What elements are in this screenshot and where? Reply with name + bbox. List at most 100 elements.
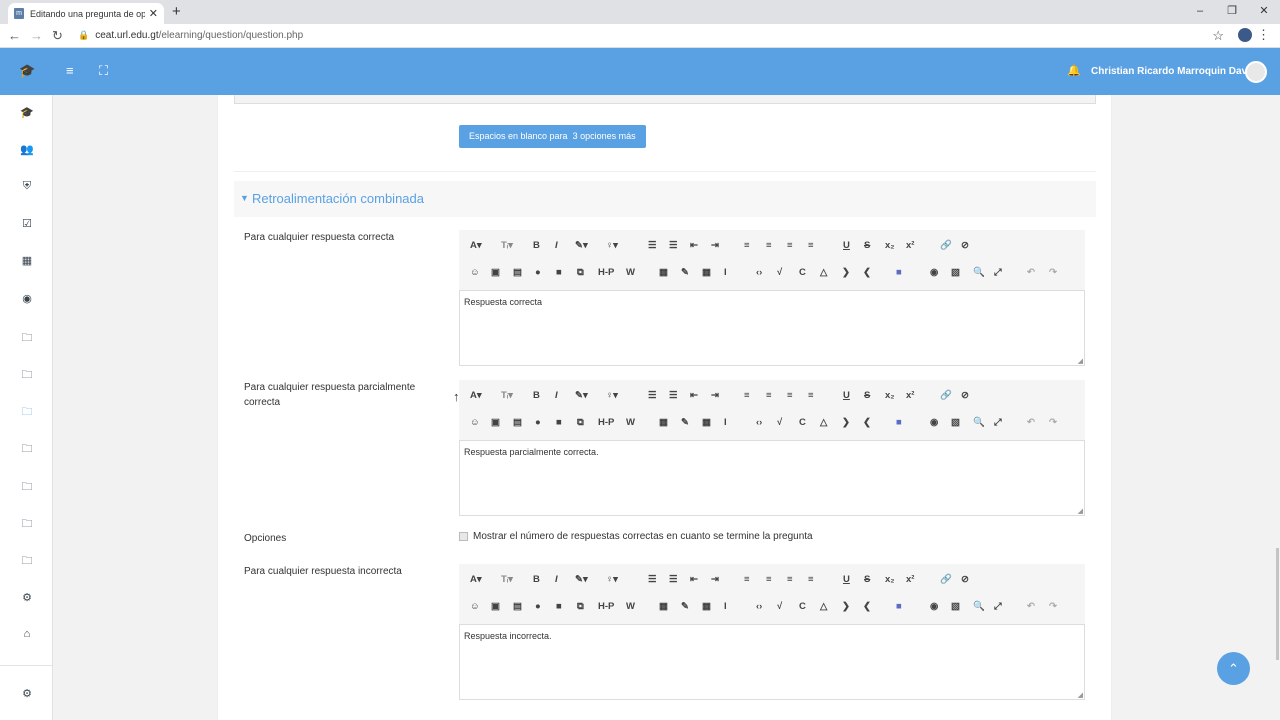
fullscreen-expand-icon[interactable]: ⤢ bbox=[994, 417, 1002, 429]
chevron-left-icon[interactable]: ❮ bbox=[863, 417, 871, 429]
redo-icon[interactable]: ↷ bbox=[1049, 267, 1057, 279]
folder-icon[interactable]: 🗀 bbox=[19, 329, 35, 348]
align-justify-icon[interactable]: ≡ bbox=[808, 240, 814, 252]
calculator-icon[interactable]: ▦ bbox=[659, 417, 668, 429]
outdent-icon[interactable]: ⇤ bbox=[690, 574, 698, 586]
accessibility-icon[interactable]: ◉ bbox=[930, 267, 938, 279]
profile-avatar[interactable] bbox=[1238, 28, 1252, 42]
chevron-left-icon[interactable]: ❮ bbox=[863, 267, 871, 279]
align-center-icon[interactable]: ≡ bbox=[766, 390, 772, 402]
grades-table-icon[interactable]: ▦ bbox=[19, 254, 35, 267]
chevron-right-icon[interactable]: ❯ bbox=[842, 267, 850, 279]
editor-content[interactable]: Respuesta correcta ◢ bbox=[459, 290, 1085, 366]
subscript-icon[interactable]: x₂ bbox=[885, 390, 895, 402]
bold-icon[interactable]: B bbox=[533, 574, 540, 586]
superscript-icon[interactable]: x² bbox=[906, 574, 914, 586]
emoji-icon[interactable]: ☺ bbox=[470, 601, 480, 613]
text-cursor-icon[interactable]: I bbox=[724, 267, 727, 279]
edit-icon[interactable]: ✎ bbox=[681, 417, 689, 429]
indent-icon[interactable]: ⇥ bbox=[711, 390, 719, 402]
image-icon[interactable]: ▣ bbox=[491, 417, 500, 429]
brush-icon[interactable]: ✎▾ bbox=[575, 574, 588, 586]
accessibility-icon[interactable]: ◉ bbox=[930, 417, 938, 429]
strikethrough-icon[interactable]: S bbox=[864, 390, 870, 402]
unlink-icon[interactable]: ⊘ bbox=[961, 574, 969, 586]
italic-icon[interactable]: I bbox=[555, 574, 558, 586]
teams-icon[interactable]: ■ bbox=[896, 267, 902, 279]
text-size-icon[interactable]: Tᵢ▾ bbox=[501, 390, 513, 402]
page-scrollbar[interactable] bbox=[1276, 548, 1279, 660]
underline-icon[interactable]: U bbox=[843, 574, 850, 586]
code-icon[interactable]: ‹› bbox=[756, 601, 762, 613]
code-icon[interactable]: ‹› bbox=[756, 417, 762, 429]
fullscreen-expand-icon[interactable]: ⤢ bbox=[994, 601, 1002, 613]
video-camera-icon[interactable]: ■ bbox=[556, 601, 562, 613]
undo-icon[interactable]: ↶ bbox=[1027, 601, 1035, 613]
new-tab-button[interactable]: + bbox=[172, 3, 181, 20]
teams-icon[interactable]: ■ bbox=[896, 601, 902, 613]
chemistry-icon[interactable]: C bbox=[799, 267, 806, 279]
badges-shield-icon[interactable]: ⛨ bbox=[19, 180, 35, 193]
bulb-icon[interactable]: ♀▾ bbox=[606, 574, 618, 586]
edit-icon[interactable]: ✎ bbox=[681, 601, 689, 613]
table-icon[interactable]: ▦ bbox=[702, 601, 711, 613]
table-icon[interactable]: ▦ bbox=[702, 417, 711, 429]
word-icon[interactable]: W bbox=[626, 267, 635, 279]
fullscreen-icon[interactable]: ⛶ bbox=[99, 63, 108, 79]
teams-icon[interactable]: ■ bbox=[896, 417, 902, 429]
edit-icon[interactable]: ✎ bbox=[681, 267, 689, 279]
equation-icon[interactable]: √ bbox=[777, 267, 782, 279]
table-icon[interactable]: ▦ bbox=[702, 267, 711, 279]
subscript-icon[interactable]: x₂ bbox=[885, 240, 895, 252]
bullet-list-icon[interactable]: ☰ bbox=[648, 574, 657, 586]
font-icon[interactable]: A▾ bbox=[470, 390, 482, 402]
grid-icon[interactable]: ▧ bbox=[951, 417, 960, 429]
flask-icon[interactable]: △ bbox=[820, 267, 827, 279]
align-right-icon[interactable]: ≡ bbox=[787, 390, 793, 402]
flask-icon[interactable]: △ bbox=[820, 417, 827, 429]
back-icon[interactable]: ← bbox=[8, 28, 21, 43]
align-center-icon[interactable]: ≡ bbox=[766, 240, 772, 252]
microphone-icon[interactable]: ● bbox=[535, 267, 541, 279]
redo-icon[interactable]: ↷ bbox=[1049, 601, 1057, 613]
bullet-list-icon[interactable]: ☰ bbox=[648, 240, 657, 252]
bookmark-star-icon[interactable]: ☆ bbox=[1212, 28, 1224, 44]
chemistry-icon[interactable]: C bbox=[799, 417, 806, 429]
unlink-icon[interactable]: ⊘ bbox=[961, 240, 969, 252]
folder-icon[interactable]: 🗀 bbox=[19, 478, 35, 497]
grid-icon[interactable]: ▧ bbox=[951, 601, 960, 613]
bold-icon[interactable]: B bbox=[533, 240, 540, 252]
copy-icon[interactable]: ⧉ bbox=[577, 267, 584, 279]
add-blanks-button[interactable]: Espacios en blanco para 3 opciones más bbox=[459, 125, 646, 148]
course-cap-icon[interactable]: 🎓 bbox=[19, 106, 35, 119]
media-icon[interactable]: ▤ bbox=[513, 417, 522, 429]
browser-tab[interactable]: m Editando una pregunta de opció ✕ bbox=[8, 3, 164, 24]
equation-icon[interactable]: √ bbox=[777, 601, 782, 613]
accessibility-icon[interactable]: ◉ bbox=[930, 601, 938, 613]
hamburger-menu-icon[interactable]: ≡ bbox=[66, 63, 74, 78]
outdent-icon[interactable]: ⇤ bbox=[690, 390, 698, 402]
folder-icon[interactable]: 🗀 bbox=[19, 552, 35, 571]
chemistry-icon[interactable]: C bbox=[799, 601, 806, 613]
browser-menu-icon[interactable]: ⋮ bbox=[1257, 27, 1270, 43]
undo-icon[interactable]: ↶ bbox=[1027, 417, 1035, 429]
chevron-right-icon[interactable]: ❯ bbox=[842, 601, 850, 613]
copy-icon[interactable]: ⧉ bbox=[577, 601, 584, 613]
zoom-icon[interactable]: 🔍 bbox=[973, 417, 985, 429]
emoji-icon[interactable]: ☺ bbox=[470, 267, 480, 279]
resize-grip-icon[interactable]: ◢ bbox=[1078, 507, 1083, 515]
font-icon[interactable]: A▾ bbox=[470, 240, 482, 252]
underline-icon[interactable]: U bbox=[843, 240, 850, 252]
reload-icon[interactable]: ↻ bbox=[52, 28, 63, 44]
align-right-icon[interactable]: ≡ bbox=[787, 574, 793, 586]
checkbox[interactable] bbox=[459, 532, 468, 541]
editor-content[interactable]: Respuesta incorrecta. ◢ bbox=[459, 624, 1085, 700]
code-icon[interactable]: ‹› bbox=[756, 267, 762, 279]
close-window-button[interactable]: ✕ bbox=[1248, 0, 1280, 22]
numbered-list-icon[interactable]: ☰ bbox=[669, 574, 678, 586]
video-camera-icon[interactable]: ■ bbox=[556, 417, 562, 429]
dashboard-icon[interactable]: ⚙ bbox=[19, 591, 35, 604]
section-header[interactable]: ▼ Retroalimentación combinada bbox=[234, 181, 1096, 217]
bell-icon[interactable]: 🔔 bbox=[1067, 64, 1081, 77]
participants-icon[interactable]: 👥 bbox=[19, 143, 35, 156]
